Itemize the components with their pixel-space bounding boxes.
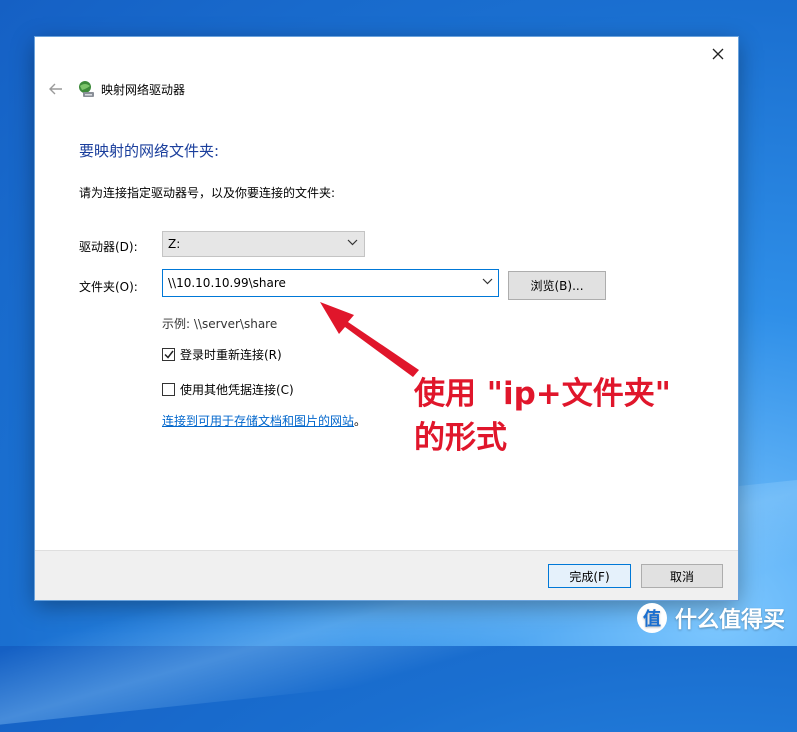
back-arrow-icon (49, 83, 62, 95)
dialog-footer: 完成(F) 取消 (35, 550, 738, 600)
drive-value: Z: (168, 237, 181, 251)
map-network-drive-dialog: 映射网络驱动器 要映射的网络文件夹: 请为连接指定驱动器号，以及你要连接的文件夹… (35, 37, 738, 600)
watermark-logo: 值 (636, 603, 667, 633)
reconnect-checkbox[interactable] (162, 348, 175, 361)
back-button[interactable] (45, 78, 67, 100)
annotation-line1: 使用 "ip+文件夹" (414, 376, 671, 412)
watermark: 值 什么值得买 (636, 602, 785, 634)
drive-select[interactable]: Z: (162, 231, 365, 257)
finish-button[interactable]: 完成(F) (548, 564, 631, 588)
other-credentials-checkbox[interactable] (162, 383, 175, 396)
network-drive-icon (79, 81, 94, 97)
watermark-text: 什么值得买 (674, 608, 785, 633)
browse-button[interactable]: 浏览(B)... (508, 271, 606, 300)
site-link-row: 连接到可用于存储文档和图片的网站。 (162, 412, 366, 429)
drive-label: 驱动器(D): (79, 240, 138, 254)
checkmark-icon (163, 350, 174, 359)
folder-input[interactable]: \\10.10.10.99\share (162, 269, 499, 297)
close-button[interactable] (698, 37, 738, 71)
page-heading: 要映射的网络文件夹: (79, 142, 220, 160)
reconnect-label: 登录时重新连接(R) (180, 348, 282, 362)
chevron-down-icon[interactable] (482, 278, 493, 285)
reconnect-row[interactable]: 登录时重新连接(R) (162, 346, 282, 363)
annotation-callout: 使用 "ip+文件夹" 的形式 (414, 372, 671, 460)
other-credentials-label: 使用其他凭据连接(C) (180, 383, 294, 397)
folder-value: \\10.10.10.99\share (168, 276, 286, 290)
cancel-button[interactable]: 取消 (641, 564, 723, 588)
wizard-nav: 映射网络驱动器 (45, 77, 185, 101)
close-icon (712, 48, 724, 60)
chevron-down-icon (347, 239, 358, 246)
other-credentials-row[interactable]: 使用其他凭据连接(C) (162, 381, 294, 398)
example-text: 示例: \\server\share (162, 317, 278, 331)
site-link-suffix: 。 (354, 414, 367, 428)
website-link[interactable]: 连接到可用于存储文档和图片的网站 (162, 414, 354, 428)
folder-label: 文件夹(O): (79, 280, 138, 294)
annotation-line2: 的形式 (414, 420, 507, 456)
wizard-title: 映射网络驱动器 (101, 82, 186, 97)
instruction-text: 请为连接指定驱动器号，以及你要连接的文件夹: (79, 186, 336, 200)
